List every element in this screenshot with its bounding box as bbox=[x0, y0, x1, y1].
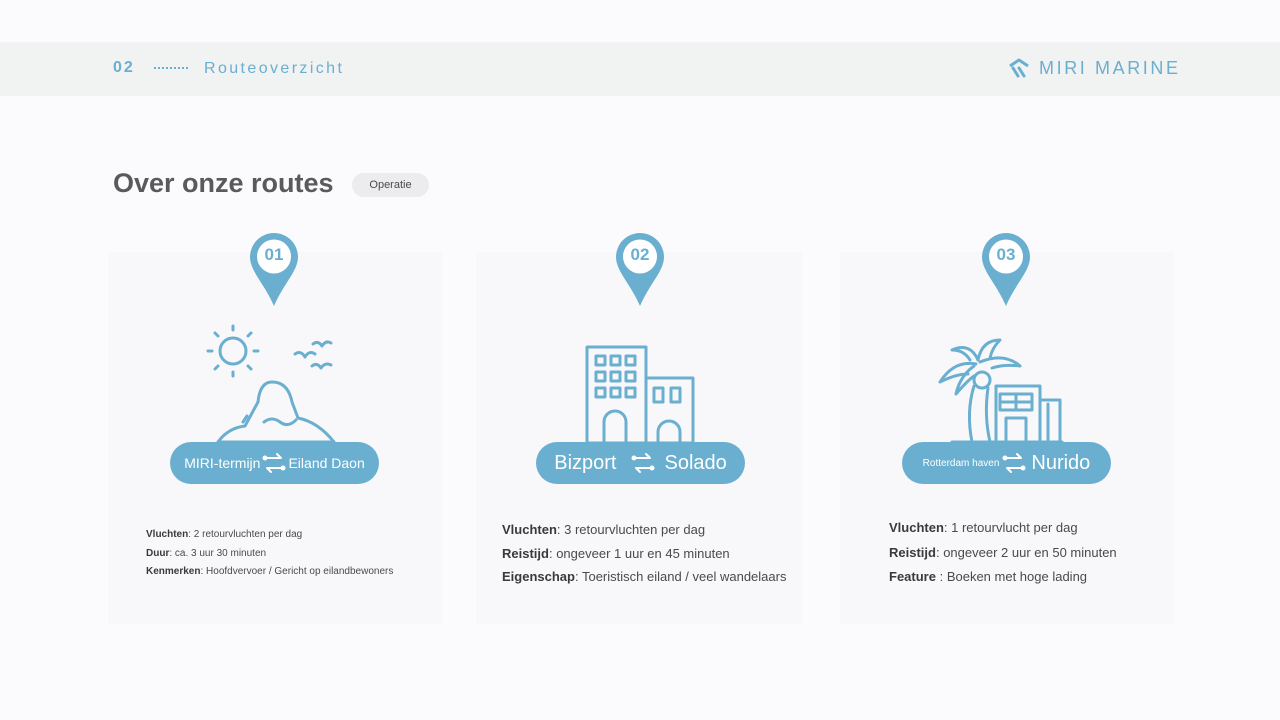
detail-row: Duur: ca. 3 uur 30 minuten bbox=[146, 547, 267, 559]
detail-row: Vluchten: 3 retourvluchten per dag bbox=[502, 522, 706, 537]
route-to: Eiland Daon bbox=[288, 455, 365, 471]
detail-row: Vluchten: 2 retourvluchten per dag bbox=[146, 529, 303, 540]
section-number: 02 bbox=[113, 59, 135, 76]
detail-row: Eigenschap: Toeristisch eiland / veel wa… bbox=[502, 569, 787, 584]
section-title: Routeoverzicht bbox=[204, 60, 345, 77]
detail-row: Kenmerken: Hoofdvervoer / Gericht op eil… bbox=[146, 566, 394, 577]
detail-row: Reistijd: ongeveer 1 uur en 45 minuten bbox=[502, 545, 730, 561]
detail-row: Vluchten: 1 retourvlucht per dag bbox=[889, 520, 1078, 535]
route-from: MIRI-termijn bbox=[184, 455, 261, 471]
route-pill-3: Rotterdam haven Nurido bbox=[902, 442, 1111, 484]
route-number: 03 bbox=[996, 245, 1016, 264]
palm-tree-house-icon bbox=[938, 338, 1064, 444]
route-details-1: Vluchten: 2 retourvluchten per dag Duur:… bbox=[146, 526, 393, 582]
location-pin-icon bbox=[982, 233, 1030, 306]
location-pin-icon bbox=[250, 233, 298, 306]
dotted-divider bbox=[154, 67, 188, 69]
route-number: 01 bbox=[264, 245, 284, 264]
city-buildings-icon bbox=[585, 345, 695, 444]
route-pill-1: MIRI-termijn Eiland Daon bbox=[170, 442, 379, 484]
route-from: Bizport bbox=[554, 451, 617, 474]
route-number: 02 bbox=[630, 245, 650, 264]
brand-name: MIRI MARINE bbox=[1039, 57, 1181, 78]
location-pin-2: 02 bbox=[614, 231, 666, 307]
swap-arrows-icon bbox=[631, 453, 655, 473]
brand: MIRI MARINE bbox=[1008, 57, 1181, 79]
route-to: Solado bbox=[664, 451, 727, 474]
route-to: Nurido bbox=[1031, 451, 1091, 474]
island-volcano-icon bbox=[206, 324, 336, 444]
category-tag: Operatie bbox=[352, 173, 429, 197]
swap-arrows-icon bbox=[1002, 453, 1026, 473]
location-pin-3: 03 bbox=[980, 231, 1032, 307]
brand-logo-icon bbox=[1009, 58, 1029, 78]
detail-row: Reistijd: ongeveer 2 uur en 50 minuten bbox=[889, 544, 1117, 560]
route-details-2: Vluchten: 3 retourvluchten per dag Reist… bbox=[502, 518, 786, 589]
page-title: Over onze routes bbox=[113, 168, 334, 198]
location-pin-icon bbox=[616, 233, 664, 306]
swap-arrows-icon bbox=[262, 453, 286, 473]
location-pin-1: 01 bbox=[248, 231, 300, 307]
route-from: Rotterdam haven bbox=[922, 457, 1000, 469]
route-pill-2: Bizport Solado bbox=[536, 442, 745, 484]
detail-row: Feature : Boeken met hoge lading bbox=[889, 569, 1088, 584]
route-details-3: Vluchten: 1 retourvlucht per dag Reistij… bbox=[889, 516, 1117, 590]
